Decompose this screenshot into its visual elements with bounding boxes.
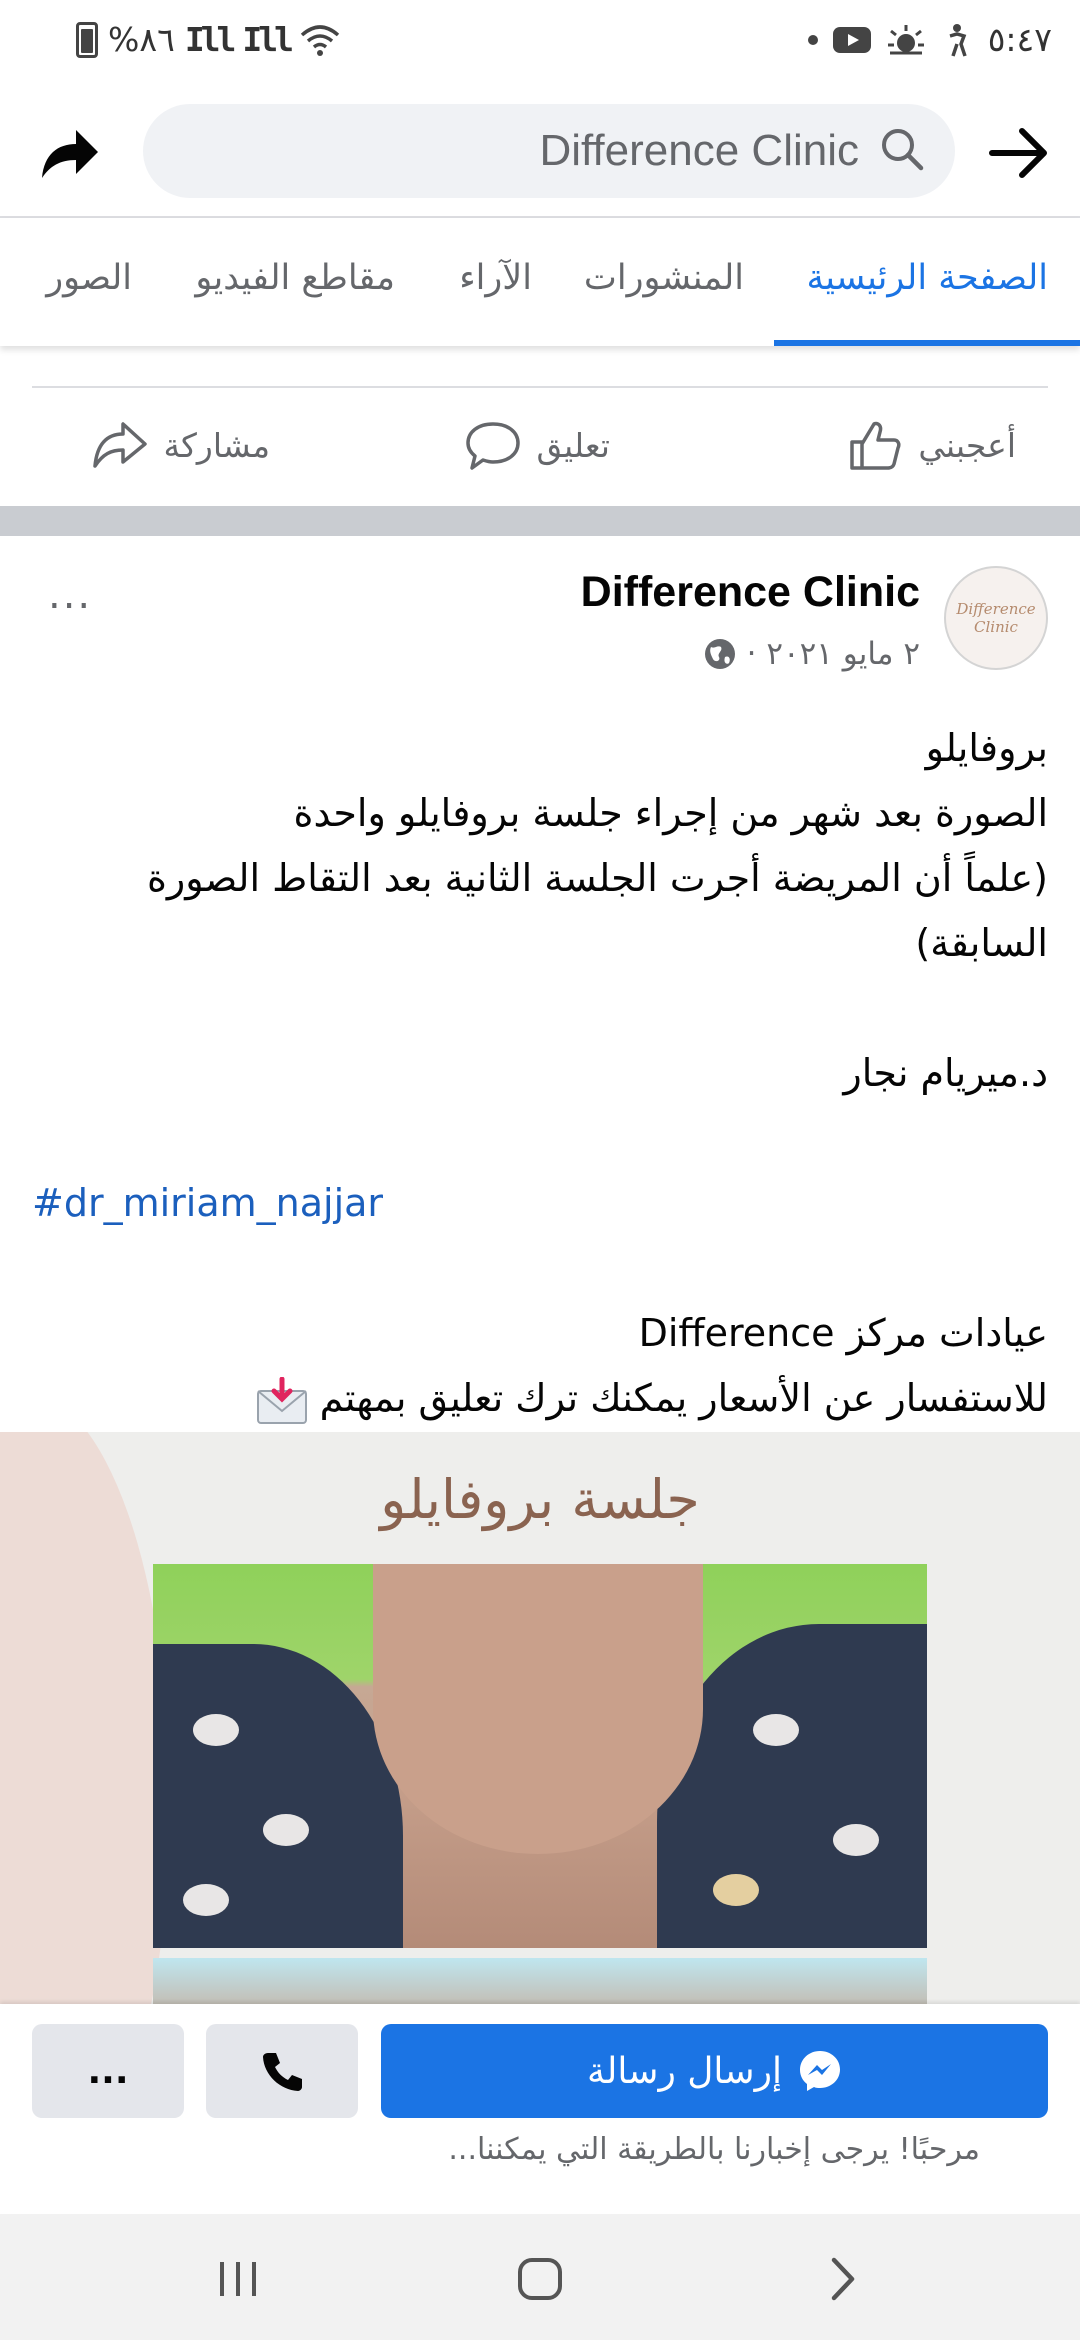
tab-videos[interactable]: مقاطع الفيديو [195,258,395,298]
page-name[interactable]: Difference Clinic [581,568,920,617]
photo-neck [373,1564,703,1854]
home-icon[interactable] [510,2254,570,2304]
notification-dot [807,34,818,45]
top-header: Difference Clinic [0,84,1080,218]
photo-pattern [753,1714,799,1746]
thumbs-up-icon [850,421,901,470]
wifi-icon [300,24,340,56]
clock: ٥:٤٧ [987,20,1052,59]
like-button[interactable]: أعجبني [846,416,1016,474]
post-line: بروفايلو [925,726,1048,770]
search-query[interactable]: Difference Clinic [539,126,859,176]
post-line: السابقة) [915,921,1048,965]
hashtag-line: #dr_miriam_najjar [32,1171,1048,1236]
recent-apps-icon[interactable] [208,2254,268,2304]
photo-pattern [193,1714,239,1746]
like-label: أعجبني [918,425,1016,465]
post-body: بروفايلو الصورة بعد شهر من إجراء جلسة بر… [32,716,1048,1431]
photo-pattern [713,1874,759,1906]
tab-reviews[interactable]: الآراء [459,258,532,298]
globe-icon [704,639,735,669]
hashtag-link[interactable]: #dr_miriam_najjar [32,1181,383,1225]
photo-pattern [183,1884,229,1916]
messenger-icon [799,2051,840,2091]
tab-home[interactable]: الصفحة الرئيسية [807,258,1048,298]
comment-button[interactable]: تعليق [464,416,610,474]
post-meta: ٢ مايو ٢٠٢١ · [703,636,920,672]
cta-text: للاستفسار عن الأسعار يمكنك ترك تعليق بمه… [319,1376,1048,1420]
post-line [32,976,1048,1041]
share-forward-icon[interactable] [36,120,102,186]
post-line: الصورة بعد شهر من إجراء جلسة بروفايلو وا… [293,791,1048,835]
signal-icon-2: Ill [242,20,294,59]
feed-separator [0,506,1080,536]
call-button[interactable] [206,2024,358,2118]
post-date: ٢ مايو ٢٠٢١ · [746,636,920,672]
more-options-button[interactable]: ... [32,2024,184,2118]
tab-photos[interactable]: الصور [46,258,132,298]
phone-icon [263,2053,302,2091]
send-message-label: إرسال رسالة [587,2050,782,2092]
tab-posts[interactable]: المنشورات [584,258,744,298]
accessibility-icon [949,23,967,57]
post-image[interactable]: جلسة بروفايلو [0,1432,1080,2028]
post-line: (علماً أن المريضة أجرت الجلسة الثانية بع… [147,856,1048,900]
youtube-icon [832,26,871,53]
page-action-bar: ... إرسال رسالة مرحبًا! يرجى إخبارنا بال… [0,2004,1080,2214]
status-right: ٥:٤٧ [807,20,1052,59]
back-arrow-icon[interactable] [988,122,1050,184]
signal-icon: Ill [184,20,237,59]
battery-percent: %٨٦ [108,20,175,59]
avatar-logo-text: Difference Clinic [956,600,1036,636]
post-line-cta: للاستفسار عن الأسعار يمكنك ترك تعليق بمه… [32,1366,1048,1431]
photo-pattern [833,1824,879,1856]
post-card: Difference Clinic Difference Clinic ٢ ما… [0,536,1080,1436]
status-bar: %٨٦ Ill Ill ٥:٤٧ [0,0,1080,84]
send-message-button[interactable]: إرسال رسالة [381,2024,1048,2118]
post-line: عيادات مركز Difference [638,1311,1048,1355]
post-line [32,1106,1048,1171]
welcome-message: مرحبًا! يرجى إخبارنا بالطريقة التي يمكنن… [448,2132,980,2167]
post-options-button[interactable]: ... [48,572,92,618]
share-label: مشاركة [163,425,270,465]
back-icon[interactable] [812,2254,872,2304]
system-nav-bar [0,2214,1080,2340]
page-avatar[interactable]: Difference Clinic [944,566,1048,670]
share-button[interactable]: مشاركة [91,416,270,474]
active-tab-indicator [774,340,1080,346]
page-tabs: الصفحة الرئيسية المنشورات الآراء مقاطع ا… [0,218,1080,346]
reaction-bar: أعجبني تعليق مشاركة [0,346,1080,506]
share-icon [93,422,148,468]
incoming-envelope-icon [256,1376,307,1424]
weather-icon [887,24,924,54]
search-bar[interactable]: Difference Clinic [143,104,955,198]
divider [32,386,1048,388]
search-icon [882,129,924,171]
image-title: جلسة بروفايلو [380,1468,700,1531]
battery-icon [76,21,98,58]
post-line [32,1236,1048,1301]
post-line: د.ميريام نجار [843,1051,1048,1095]
before-after-photo [153,1564,927,1948]
status-left: %٨٦ Ill Ill [76,20,340,59]
photo-pattern [263,1814,309,1846]
comment-icon [466,422,521,470]
comment-label: تعليق [536,425,610,465]
